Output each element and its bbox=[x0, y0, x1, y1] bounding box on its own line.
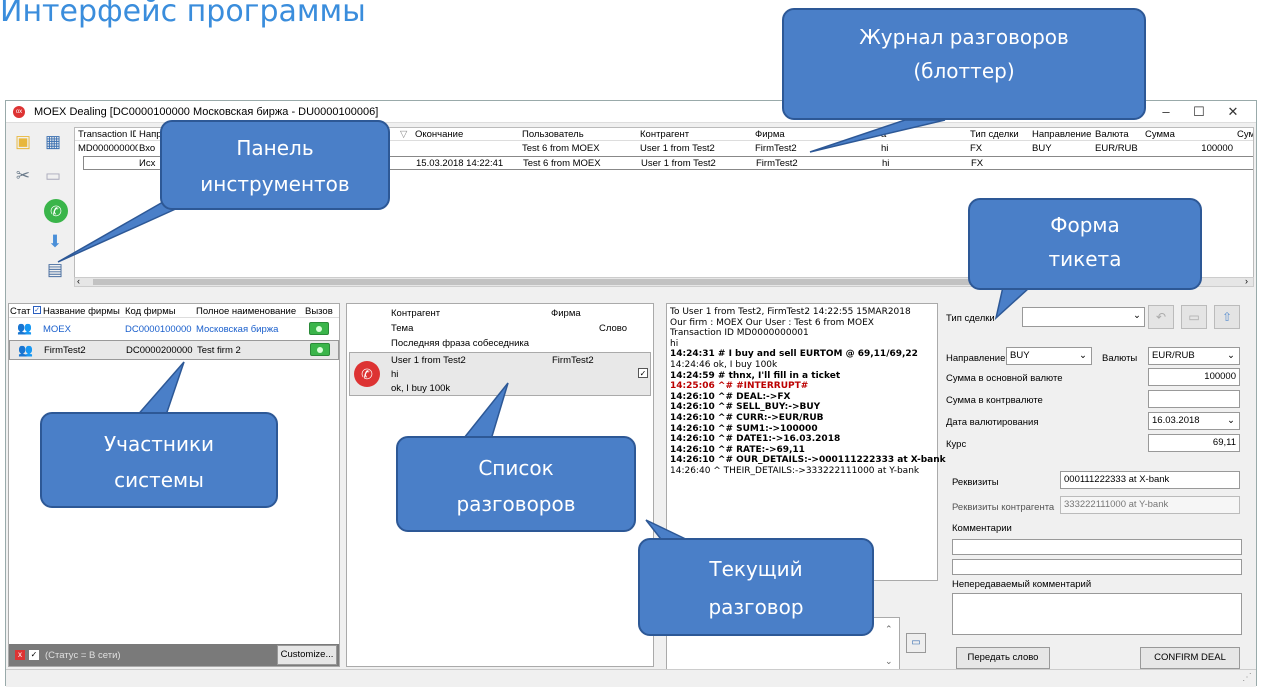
callout-current: Текущий разговор bbox=[638, 538, 874, 636]
pointer-journal bbox=[809, 119, 946, 153]
pointer-list bbox=[458, 382, 509, 444]
callout-journal: Журнал разговоров (блоттер) bbox=[782, 8, 1146, 120]
pointer-members bbox=[133, 361, 185, 419]
callout-list: Список разговоров bbox=[396, 436, 636, 532]
callout-ticket: Форма тикета bbox=[968, 198, 1202, 290]
callout-toolbar: Панель инструментов bbox=[160, 120, 390, 210]
callout-members: Участники системы bbox=[40, 412, 278, 508]
